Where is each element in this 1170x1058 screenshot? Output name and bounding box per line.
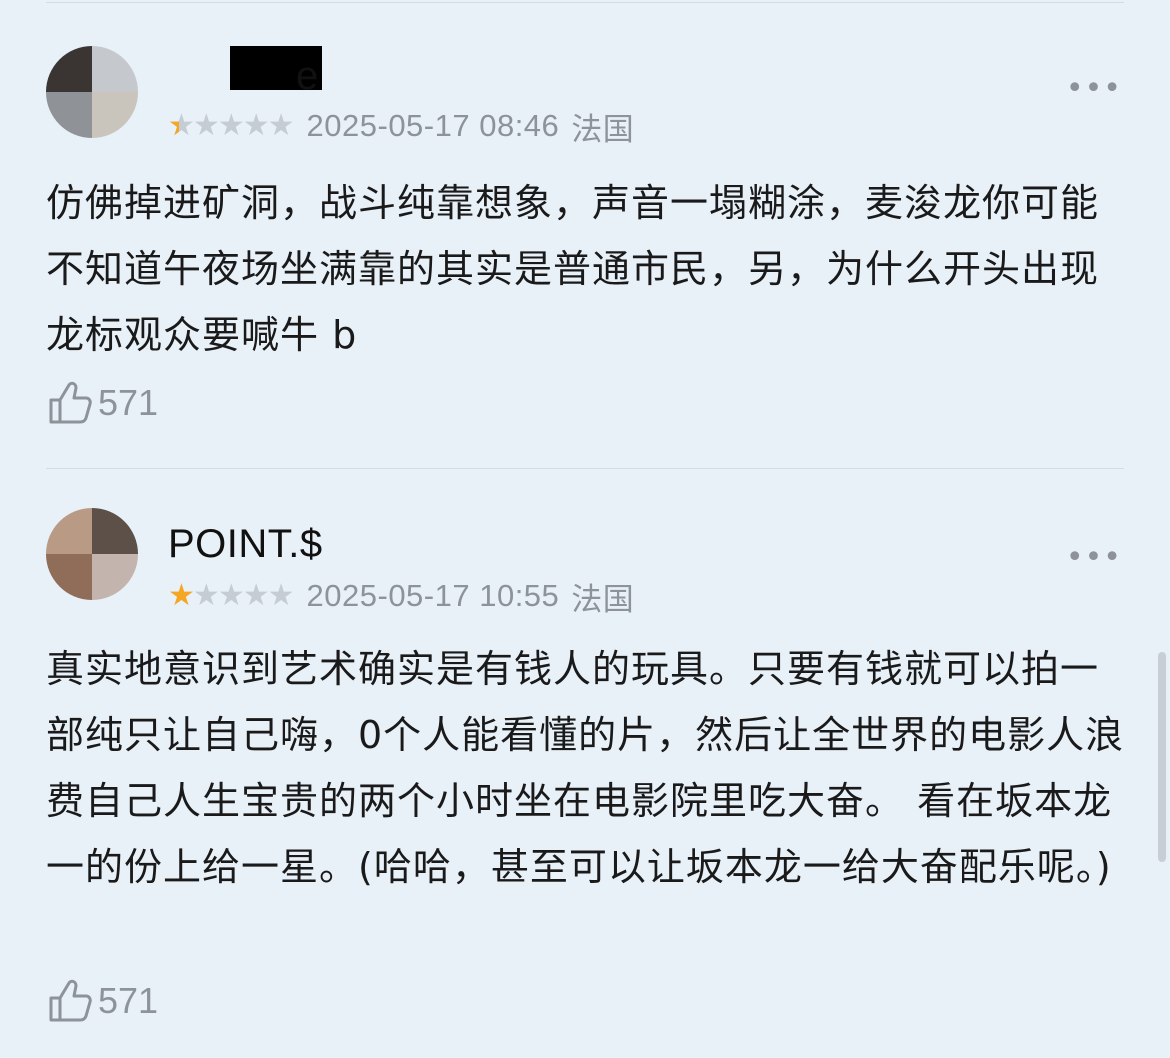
- review-meta: ★ ★ ★ ★ ★ 2025-05-17 08:46 法国: [168, 106, 635, 147]
- user-avatar[interactable]: [46, 46, 138, 138]
- star-icon: ★: [168, 111, 195, 142]
- like-button[interactable]: 571: [46, 976, 158, 1026]
- thumbs-up-icon: [46, 976, 96, 1026]
- star-icon: ★: [168, 578, 195, 613]
- star-icon: ★: [192, 108, 220, 143]
- like-count: 571: [98, 382, 159, 423]
- review-date: 2025-05-17 10:55: [306, 578, 560, 613]
- thumbs-up-icon: [46, 378, 96, 428]
- user-avatar[interactable]: [46, 508, 138, 600]
- star-rating: ★ ★ ★ ★ ★: [168, 578, 295, 613]
- star-icon: ★: [267, 108, 295, 143]
- star-icon: ★: [242, 108, 270, 143]
- username[interactable]: POINT.$: [168, 522, 323, 567]
- star-icon: ★: [267, 578, 295, 613]
- star-icon: ★: [217, 108, 245, 143]
- star-rating: ★ ★ ★ ★ ★: [168, 108, 295, 143]
- like-count: 571: [98, 980, 159, 1021]
- review-location: 法国: [571, 111, 635, 147]
- more-dots-icon[interactable]: •••: [1066, 74, 1122, 104]
- review-content: 真实地意识到艺术确实是有钱人的玩具。只要有钱就可以拍一部纯只让自己嗨，0个人能看…: [46, 647, 1125, 889]
- review-divider: [46, 468, 1124, 469]
- review-content: 仿佛掉进矿洞，战斗纯靠想象，声音一塌糊涂，麦浚龙你可能不知道午夜场坐满靠的其实是…: [46, 181, 1100, 357]
- scrollbar[interactable]: [1158, 652, 1166, 862]
- review-meta: ★ ★ ★ ★ ★ 2025-05-17 10:55 法国: [168, 576, 635, 617]
- review-date: 2025-05-17 08:46: [306, 108, 560, 143]
- like-button[interactable]: 571: [46, 378, 158, 428]
- username[interactable]: e: [296, 54, 319, 99]
- top-divider: [46, 2, 1124, 3]
- star-icon: ★: [217, 578, 245, 613]
- star-icon: ★: [192, 578, 220, 613]
- more-dots-icon[interactable]: •••: [1066, 543, 1122, 573]
- review-location: 法国: [571, 581, 635, 617]
- star-icon: ★: [242, 578, 270, 613]
